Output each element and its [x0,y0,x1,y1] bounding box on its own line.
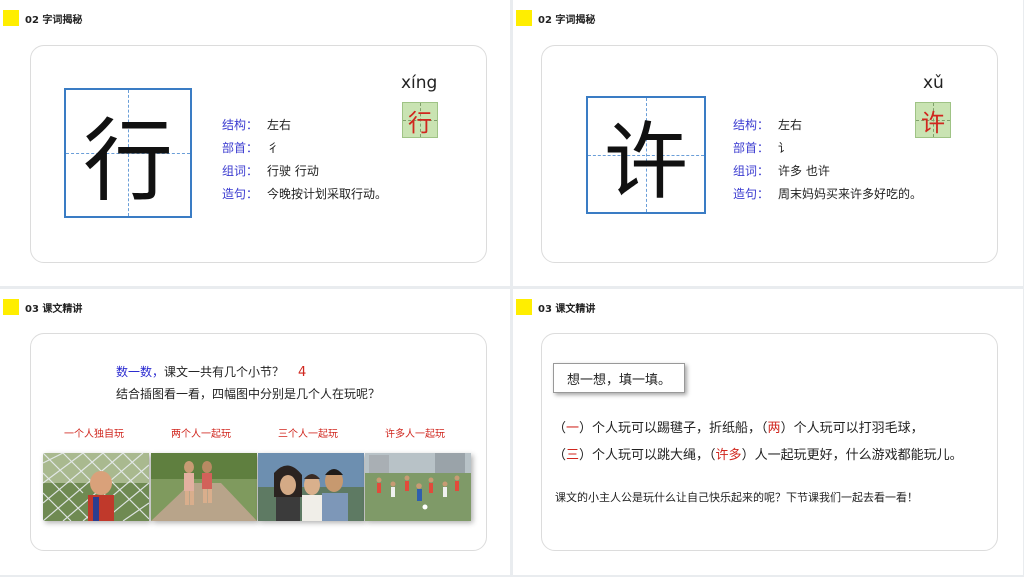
question-text: 课文一共有几个小节？ [164,365,285,379]
radical-key: 部首： [733,141,770,155]
sentence-value: 今晚按计划采取行动。 [267,187,388,201]
question-prefix: 数一数， [116,365,165,379]
character-grid: 许 [586,96,706,214]
photo-many-children [365,453,471,521]
content-card: 许 结构： 左右 部首： 讠 组词： 许多 也许 造句： 周末妈妈买来许多好吃的。 xǔ… [541,45,998,263]
section-title: 02 字词揭秘 [25,14,83,26]
photo-two-girls [151,453,257,521]
fill-text: ）个人玩可以踢毽子，折纸船，（ [579,421,768,436]
section-header: 03 课文精讲 [513,299,595,315]
mini-character-grid: 许 [915,102,951,138]
structure-key: 结构： [733,118,770,132]
structure-value: 左右 [778,118,803,132]
sentence-key: 造句： [733,187,770,201]
sentence-value: 周末妈妈买来许多好吃的。 [778,187,923,201]
structure-key: 结构： [222,118,259,132]
character-info: 结构： 左右 部首： 讠 组词： 许多 也许 造句： 周末妈妈买来许多好吃的。 [733,114,922,206]
photo-three-people [258,453,364,521]
fill-line-2: （三）个人玩可以跳大绳，（许多）人一起玩更好，什么游戏都能玩儿。 [553,444,963,463]
slide-char-xing[interactable]: 02 字词揭秘 行 结构： 左右 部首： 彳 组词： 行驶 行动 造句： 今晚按计划采取… [0,0,510,286]
radical-key: 部首： [222,141,259,155]
section-title: 03 课文精讲 [538,303,596,315]
answer-many: 许多 [715,448,742,463]
section-header: 03 课文精讲 [0,299,82,315]
fill-text: （ [553,448,567,463]
radical-value: 讠 [778,141,791,155]
words-value: 许多 也许 [778,164,830,178]
summary-text: 课文的小主人公是玩什么让自己快乐起来的呢？下节课我们一起去看一看！ [555,491,918,504]
answer-three: 三 [566,448,580,463]
section-marker-icon [516,299,532,315]
pinyin: xǔ [923,73,944,93]
mini-character: 行 [408,108,432,137]
fill-text: （ [553,421,567,436]
label-many-people: 许多人一起玩 [385,429,445,440]
character-info: 结构： 左右 部首： 彳 组词： 行驶 行动 造句： 今晚按计划采取行动。 [222,114,387,206]
fill-text: ）人一起玩更好，什么游戏都能玩儿。 [741,448,963,463]
words-key: 组词： [222,164,259,178]
section-title: 02 字词揭秘 [538,14,596,26]
label-two-people: 两个人一起玩 [171,429,231,440]
section-marker-icon [3,10,19,26]
question-pictures: 结合插图看一看，四幅图中分别是几个人在玩呢？ [116,387,381,401]
character-grid: 行 [64,88,192,218]
radical-value: 彳 [267,141,280,155]
slide-fill-in[interactable]: 03 课文精讲 想一想，填一填。 （一）个人玩可以踢毽子，折纸船，（两）个人玩可… [513,289,1023,575]
mini-character: 许 [921,108,945,137]
fill-text: ）个人玩可以打羽毛球， [780,421,924,436]
section-marker-icon [516,10,532,26]
character: 许 [603,112,688,211]
exercise-title-box: 想一想，填一填。 [553,363,685,393]
answer-one: 一 [566,421,580,436]
character: 行 [83,109,173,214]
question-count: 数一数，课文一共有几个小节？ 4 [116,363,306,380]
section-marker-icon [3,299,19,315]
mini-character-grid: 行 [402,102,438,138]
fill-text: ）个人玩可以跳大绳，（ [579,448,716,463]
photo-one-child [43,453,149,521]
structure-value: 左右 [267,118,292,132]
pinyin: xíng [401,73,438,93]
label-one-person: 一个人独自玩 [64,429,124,440]
section-title: 03 课文精讲 [25,303,83,315]
words-key: 组词： [733,164,770,178]
fill-line-1: （一）个人玩可以踢毽子，折纸船，（两）个人玩可以打羽毛球， [553,417,924,436]
section-header: 02 字词揭秘 [513,10,595,26]
sentence-key: 造句： [222,187,259,201]
content-card: 行 结构： 左右 部首： 彳 组词： 行驶 行动 造句： 今晚按计划采取行动。 xíng… [30,45,487,263]
slide-lesson-count[interactable]: 03 课文精讲 数一数，课文一共有几个小节？ 4 结合插图看一看，四幅图中分别是几… [0,289,510,575]
words-value: 行驶 行动 [267,164,319,178]
section-header: 02 字词揭秘 [0,10,82,26]
answer-two: 两 [767,421,781,436]
label-three-people: 三个人一起玩 [278,429,338,440]
slide-char-xu[interactable]: 02 字词揭秘 许 结构： 左右 部首： 讠 组词： 许多 也许 造句： 周末妈妈买来许… [513,0,1023,286]
question-answer: 4 [298,365,307,380]
